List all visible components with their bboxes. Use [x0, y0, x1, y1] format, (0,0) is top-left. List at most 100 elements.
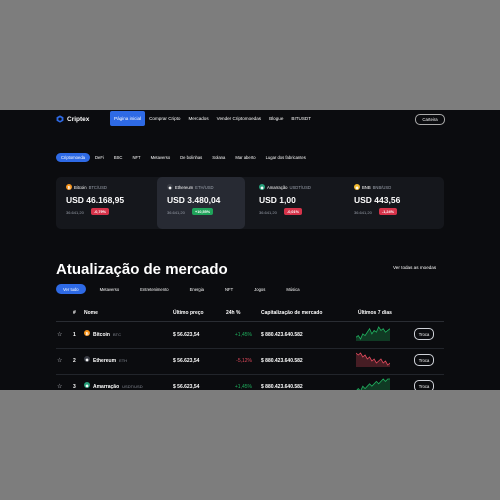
- nav-item-buy-crypto[interactable]: Comprar Cripto: [145, 111, 184, 126]
- card-coin-name: Amarração: [267, 184, 288, 190]
- ticker-card-tether[interactable]: ◆ Amarração USDT/USD USD 1,00 36.641,20 -0…: [249, 177, 337, 229]
- nav-item-sell-crypto[interactable]: Vender Criptomoedas: [213, 111, 265, 126]
- row-rank: 1: [73, 332, 76, 338]
- ticker-card-bnb[interactable]: ◆ BNB BNB/USD USD 443,56 36.641,20 -1,24%: [344, 177, 432, 229]
- ethereum-icon: ◆: [84, 356, 90, 362]
- coin-name: Amarração: [93, 384, 120, 390]
- card-change-badge: -0,01%: [284, 208, 303, 215]
- trade-button[interactable]: Troca: [414, 380, 434, 390]
- category-tab-bsc[interactable]: BSC: [109, 153, 128, 162]
- card-pair: BTC/USD: [88, 184, 107, 190]
- tab-nft[interactable]: NFT: [218, 284, 240, 294]
- nav-item-markets[interactable]: Mercados: [184, 111, 212, 126]
- category-tab-makerplace[interactable]: Lugar dos fabricantes: [261, 153, 311, 162]
- row-rank: 3: [73, 384, 76, 390]
- sparkline-chart: [356, 326, 390, 341]
- brand-logo[interactable]: Criptex: [56, 115, 89, 123]
- view-all-coins-link[interactable]: Ver todas as moedas: [393, 265, 436, 270]
- row-market-cap: $ 880.423.640.582: [261, 332, 303, 338]
- market-filter-tabs: Ver tudo Metaverso Entretenimento Energi…: [56, 284, 314, 294]
- tab-energy[interactable]: Energia: [183, 284, 211, 294]
- column-name[interactable]: Nome: [84, 310, 98, 316]
- tab-metaverse[interactable]: Metaverso: [93, 284, 127, 294]
- row-market-cap: $ 880.423.640.582: [261, 384, 303, 390]
- category-tab-nft[interactable]: NFT: [127, 153, 145, 162]
- brand-name: Criptex: [67, 115, 90, 123]
- category-tabs: Criptomoeda DeFi BSC NFT Metaverso De bo…: [56, 153, 311, 162]
- card-volume: 36.641,20: [259, 210, 277, 215]
- card-volume: 36.641,20: [354, 210, 372, 215]
- card-price: USD 1,00: [259, 195, 296, 205]
- row-change: +1,45%: [234, 384, 252, 390]
- sparkline-chart: [356, 352, 390, 367]
- tab-music[interactable]: Música: [279, 284, 306, 294]
- card-price: USD 443,56: [354, 195, 401, 205]
- card-change-badge: -1,24%: [379, 208, 398, 215]
- table-row[interactable]: ☆ 1 ₿ Bitcoin BTC $ 56.623,54 +1,45% $ 88…: [56, 322, 444, 349]
- row-coin-name: Ethereum ETH: [93, 358, 127, 364]
- card-volume: 36.641,20: [167, 210, 185, 215]
- main-menu: Página inicial Comprar Cripto Mercados V…: [110, 111, 315, 126]
- card-coin-name: BNB: [362, 184, 371, 190]
- coin-symbol: ETH: [119, 358, 128, 363]
- tether-icon: ◆: [84, 382, 90, 388]
- category-tab-metaverse[interactable]: Metaverso: [146, 153, 176, 162]
- ticker-cards: ₿ Bitcoin BTC/USD USD 46.168,95 36.641,20 …: [56, 177, 444, 229]
- app-screenshot: Criptex Página inicial Comprar Cripto Me…: [0, 110, 500, 390]
- row-change: -5,12%: [236, 358, 252, 364]
- trade-button[interactable]: Troca: [414, 354, 434, 366]
- market-table-header: # Nome Último preço 24h % Capitalização …: [56, 307, 444, 322]
- card-volume: 36.641,20: [66, 210, 84, 215]
- card-pair: USDT/USD: [289, 184, 311, 190]
- ticker-card-ethereum[interactable]: ◆ Ethereum ETH/USD USD 3.480,04 36.641,20 …: [157, 177, 245, 229]
- ethereum-icon: ◆: [167, 184, 173, 190]
- column-rank[interactable]: #: [73, 310, 76, 316]
- star-icon[interactable]: ☆: [57, 357, 62, 364]
- coin-name: Bitcoin: [93, 332, 110, 338]
- wallet-button[interactable]: Carteira: [415, 114, 445, 125]
- card-coin-name: Bitcoin: [74, 184, 87, 190]
- coin-symbol: BTC: [112, 332, 121, 337]
- coin-name: Ethereum: [93, 358, 117, 364]
- trade-button[interactable]: Troca: [414, 328, 434, 340]
- table-row[interactable]: ☆ 2 ◆ Ethereum ETH $ 56.623,54 -5,12% $ 8…: [56, 348, 444, 375]
- category-tab-crypto[interactable]: Criptomoeda: [56, 153, 90, 162]
- coin-symbol: USDT/USD: [122, 384, 143, 389]
- row-change: +1,45%: [234, 332, 252, 338]
- category-tab-polkadot[interactable]: De bolinhas: [175, 153, 207, 162]
- card-price: USD 3.480,04: [167, 195, 221, 205]
- tab-view-all[interactable]: Ver tudo: [56, 284, 86, 294]
- row-coin-name: Amarração USDT/USD: [93, 384, 143, 390]
- star-icon[interactable]: ☆: [57, 383, 62, 390]
- nav-item-home[interactable]: Página inicial: [110, 111, 146, 126]
- card-change-badge: -0,79%: [91, 208, 110, 215]
- tab-entertainment[interactable]: Entretenimento: [133, 284, 175, 294]
- sparkline-area: [356, 327, 390, 341]
- bitcoin-icon: ₿: [66, 184, 72, 190]
- column-market-cap[interactable]: Capitalização de mercado: [261, 310, 322, 316]
- row-price: $ 56.623,54: [173, 332, 200, 338]
- market-update-title: Atualização de mercado: [56, 261, 228, 278]
- card-coin-name: Ethereum: [175, 184, 194, 190]
- column-price[interactable]: Último preço: [173, 310, 204, 316]
- category-tab-defi[interactable]: DeFi: [90, 153, 109, 162]
- tab-games[interactable]: Jogos: [247, 284, 272, 294]
- card-pair: BNB/USD: [372, 184, 392, 190]
- row-price: $ 56.623,54: [173, 358, 200, 364]
- row-price: $ 56.623,54: [173, 384, 200, 390]
- bnb-icon: ◆: [354, 184, 360, 190]
- category-tab-opensea[interactable]: Mar aberto: [230, 153, 260, 162]
- category-tab-solana[interactable]: Solana: [207, 153, 230, 162]
- card-price: USD 46.168,95: [66, 195, 125, 205]
- tether-icon: ◆: [259, 184, 265, 190]
- ticker-card-bitcoin[interactable]: ₿ Bitcoin BTC/USD USD 46.168,95 36.641,20 …: [56, 177, 144, 229]
- card-change-badge: +10,55%: [192, 208, 214, 215]
- sparkline-chart: [356, 378, 390, 390]
- nav-item-bitusdt[interactable]: BITUSDT: [287, 111, 315, 126]
- table-row[interactable]: ☆ 3 ◆ Amarração USDT/USD $ 56.623,54 +1,4…: [56, 374, 444, 390]
- star-icon[interactable]: ☆: [57, 331, 62, 338]
- nav-item-blog[interactable]: Blogue: [265, 111, 287, 126]
- column-change[interactable]: 24h %: [226, 310, 240, 316]
- cube-icon: [56, 115, 64, 123]
- row-rank: 2: [73, 358, 76, 364]
